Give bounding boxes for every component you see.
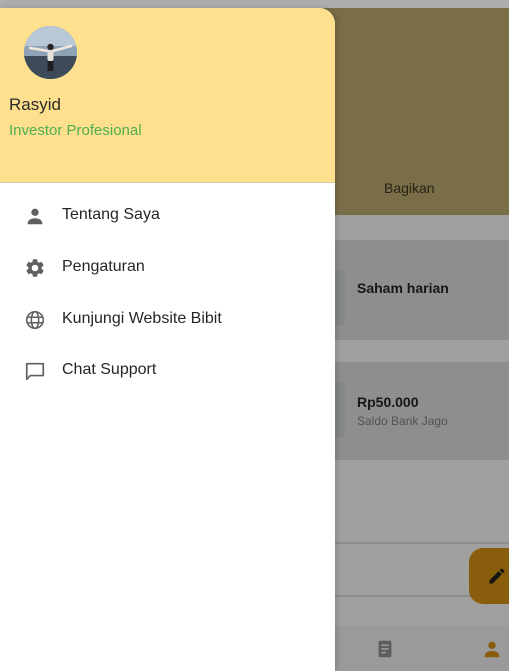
gear-icon	[24, 257, 46, 279]
menu-item-label: Chat Support	[62, 361, 157, 378]
divider	[0, 182, 335, 183]
chat-icon	[24, 360, 46, 382]
person-icon	[24, 205, 46, 227]
navigation-drawer: Rasyid Investor Profesional Tentang Saya…	[0, 8, 335, 671]
menu-item-label: Pengaturan	[62, 258, 145, 275]
user-role: Investor Profesional	[9, 122, 142, 139]
user-name: Rasyid	[9, 95, 61, 114]
globe-icon	[24, 309, 46, 331]
menu-item-settings[interactable]: Pengaturan	[0, 243, 335, 291]
menu-item-chat-support[interactable]: Chat Support	[0, 346, 335, 394]
drawer-header: Rasyid Investor Profesional	[0, 8, 335, 182]
avatar[interactable]	[24, 26, 77, 79]
menu-item-label: Kunjungi Website Bibit	[62, 310, 222, 327]
menu-item-visit-website[interactable]: Kunjungi Website Bibit	[0, 295, 335, 343]
menu-item-label: Tentang Saya	[62, 206, 160, 223]
menu-item-about-me[interactable]: Tentang Saya	[0, 191, 335, 239]
